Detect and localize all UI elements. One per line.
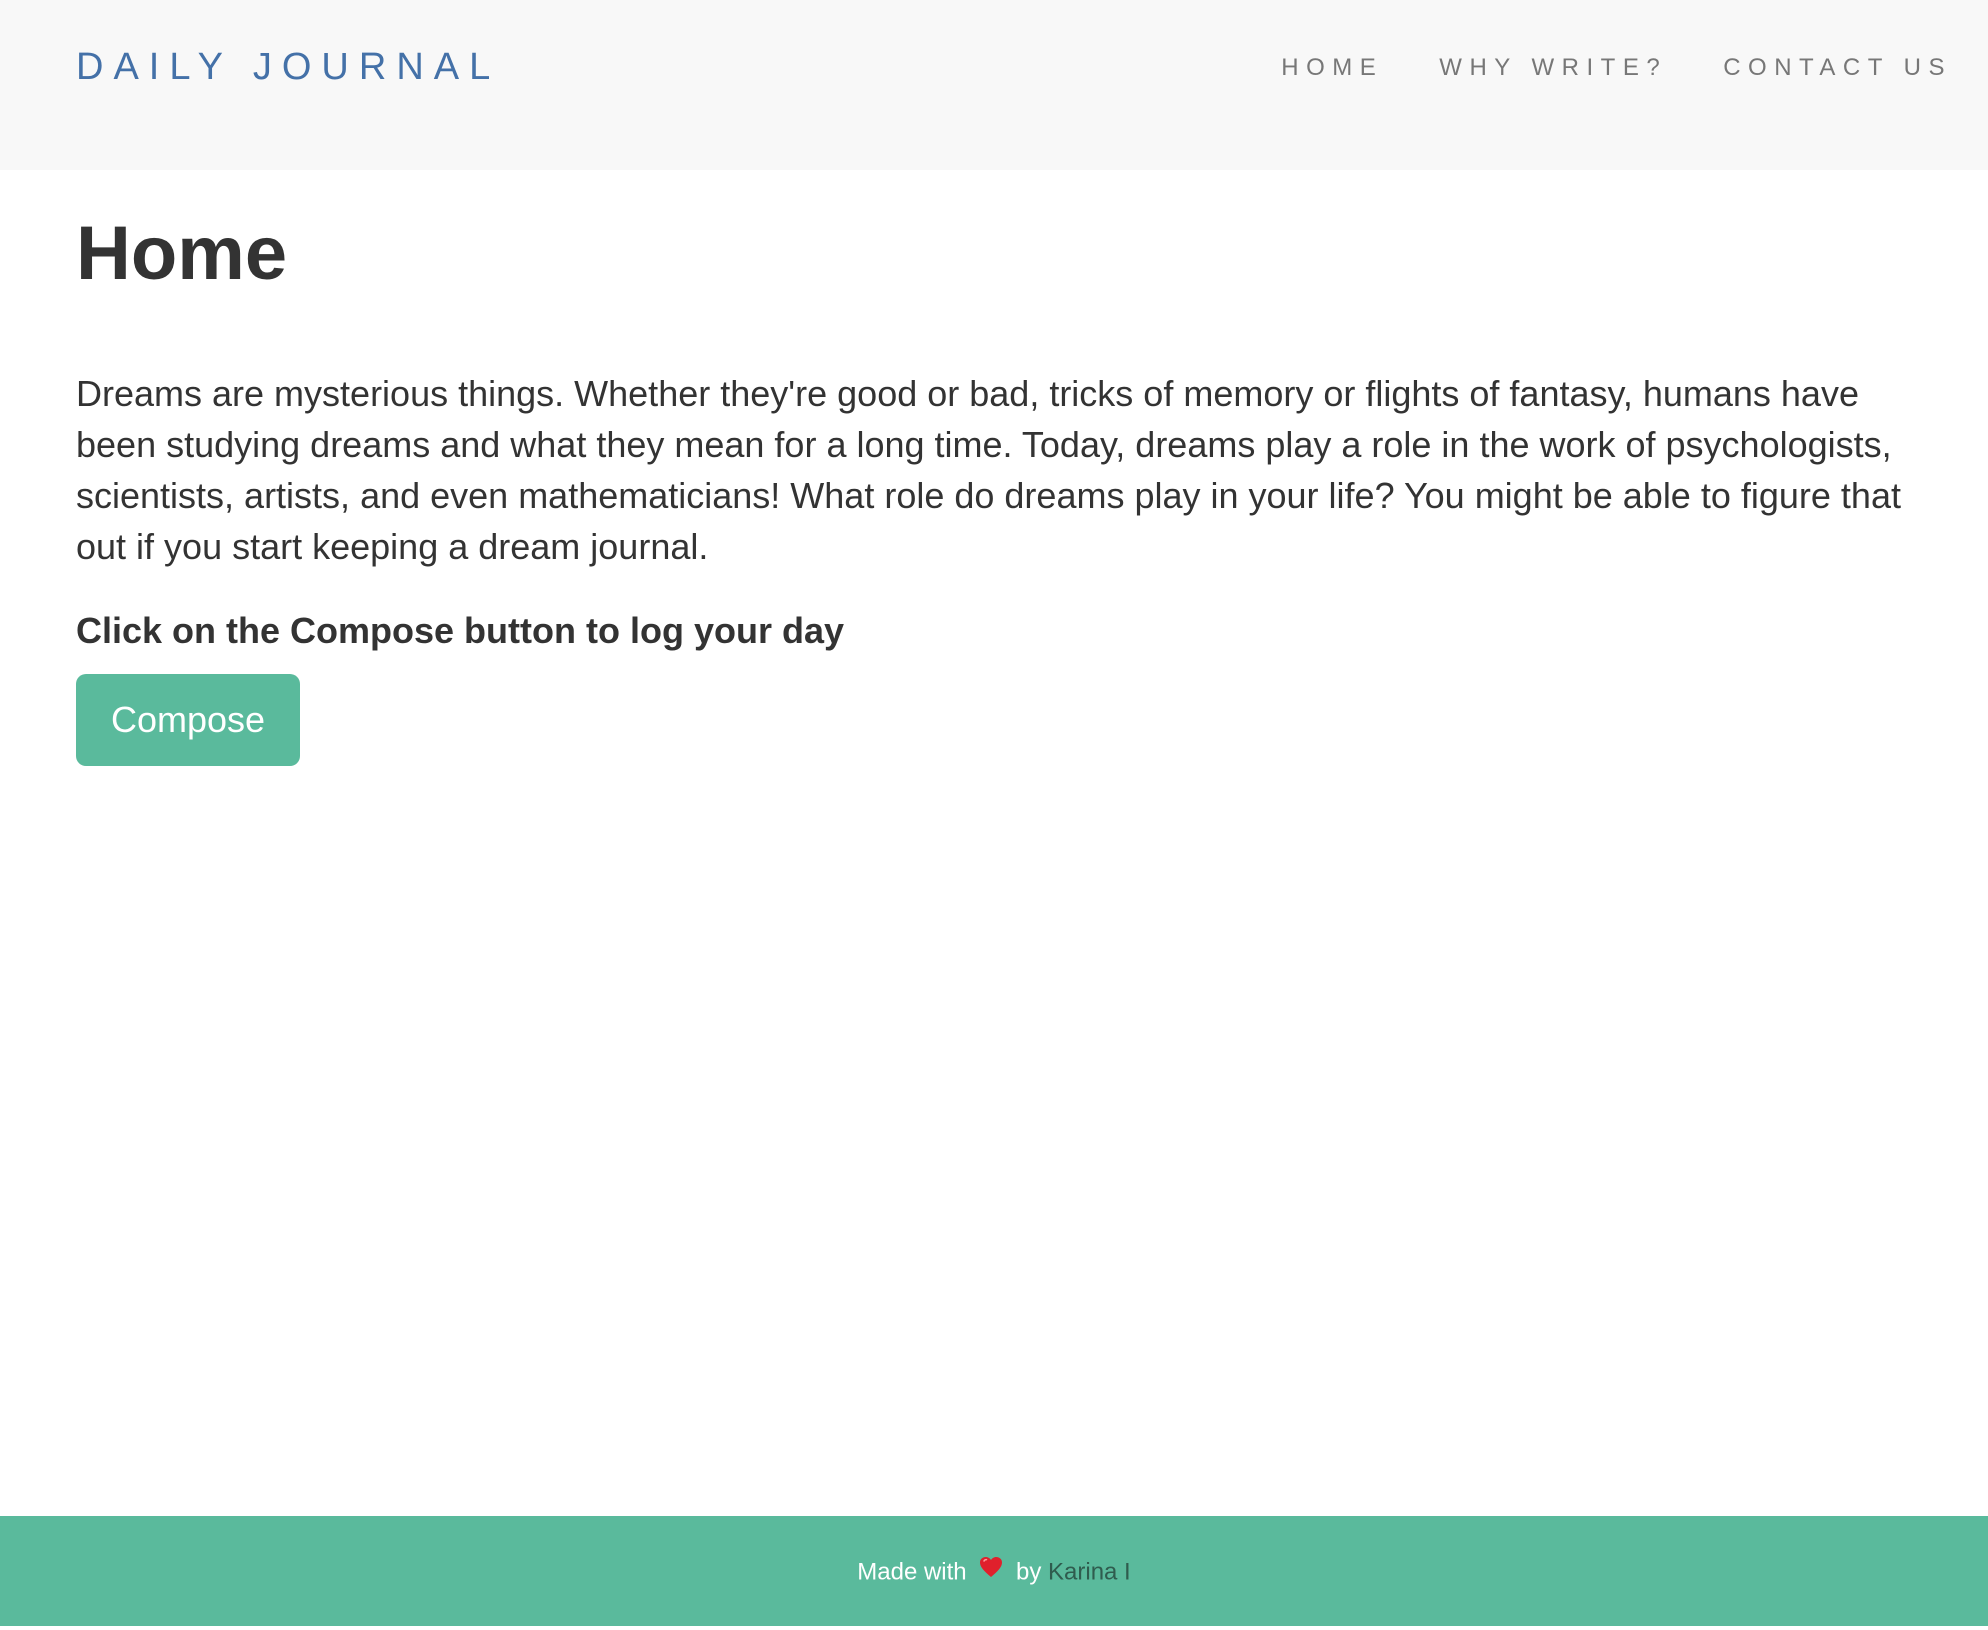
intro-paragraph: Dreams are mysterious things. Whether th…	[76, 373, 1901, 567]
brand-logo-link[interactable]: DAILY JOURNAL	[76, 46, 500, 89]
footer-credit: Made with by Karina I	[0, 1516, 1988, 1630]
nav-link-why-write[interactable]: WHY WRITE?	[1439, 54, 1667, 82]
compose-button[interactable]: Compose	[76, 674, 300, 766]
navbar: DAILY JOURNAL HOME WHY WRITE? CONTACT US	[0, 0, 1988, 170]
compose-instruction: Click on the Compose button to log your …	[76, 610, 845, 651]
footer-by: by	[1015, 1558, 1042, 1586]
heart-icon	[979, 1516, 1003, 1626]
footer-made-with: Made with	[857, 1558, 967, 1586]
footer: Made with by Karina I	[0, 1516, 1988, 1626]
author-link[interactable]: Karina I	[1048, 1558, 1131, 1585]
nav-link-contact-us[interactable]: CONTACT US	[1723, 54, 1952, 82]
nav-links: HOME WHY WRITE? CONTACT US	[1225, 54, 1952, 82]
nav-link-home[interactable]: HOME	[1281, 54, 1383, 82]
page-title: Home	[76, 211, 288, 296]
